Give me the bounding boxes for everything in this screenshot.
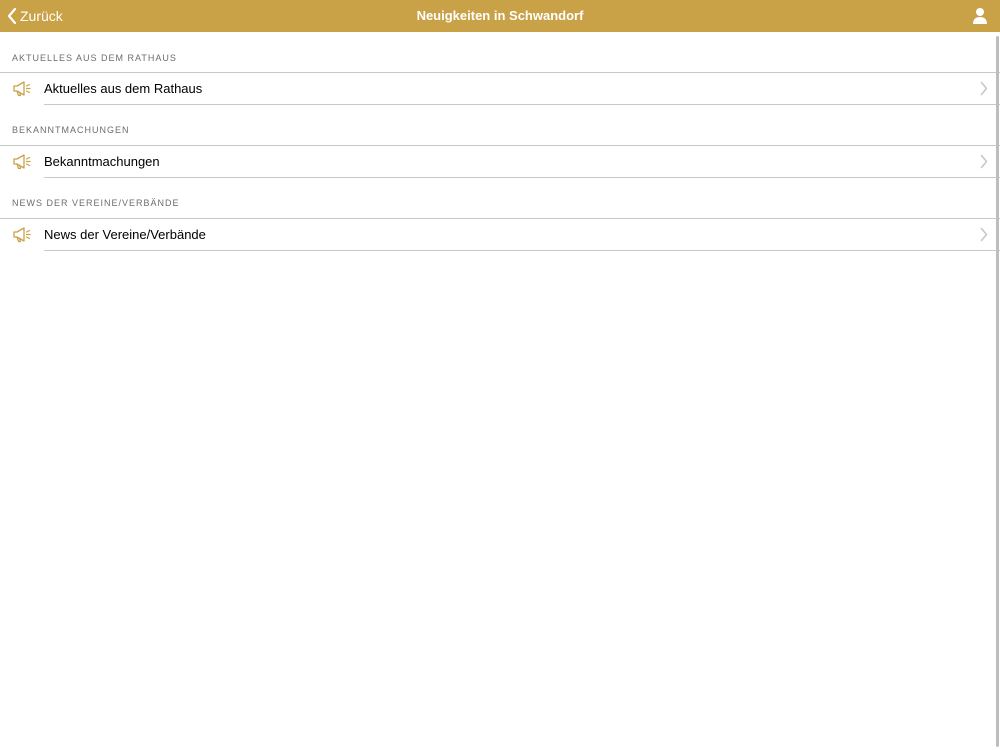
megaphone-icon: [13, 154, 31, 170]
chevron-right-icon: [980, 81, 988, 96]
back-button[interactable]: Zurück: [6, 0, 63, 32]
back-button-label: Zurück: [20, 8, 63, 24]
list-item-aktuelles[interactable]: Aktuelles aus dem Rathaus: [0, 72, 1000, 105]
chevron-right-icon: [980, 154, 988, 169]
section-aktuelles: AKTUELLES AUS DEM RATHAUS Aktuelles aus …: [0, 32, 1000, 105]
list-item-label: News der Vereine/Verbände: [44, 227, 206, 242]
section-header: BEKANNTMACHUNGEN: [12, 125, 130, 135]
section-bekanntmachungen: BEKANNTMACHUNGEN Bekanntmachungen: [0, 104, 1000, 178]
section-header: AKTUELLES AUS DEM RATHAUS: [12, 53, 177, 63]
scrollbar[interactable]: [996, 36, 999, 747]
chevron-right-icon: [980, 227, 988, 242]
section-news-vereine: NEWS DER VEREINE/VERBÄNDE News der Verei…: [0, 177, 1000, 251]
user-icon[interactable]: [972, 7, 988, 25]
content-list[interactable]: AKTUELLES AUS DEM RATHAUS Aktuelles aus …: [0, 32, 1000, 750]
megaphone-icon: [13, 227, 31, 243]
list-item-news-vereine[interactable]: News der Vereine/Verbände: [0, 218, 1000, 251]
list-item-label: Bekanntmachungen: [44, 154, 160, 169]
chevron-left-icon: [7, 7, 17, 25]
list-item-bekanntmachungen[interactable]: Bekanntmachungen: [0, 145, 1000, 178]
megaphone-icon: [13, 81, 31, 97]
navigation-bar: Zurück Neuigkeiten in Schwandorf: [0, 0, 1000, 32]
list-item-label: Aktuelles aus dem Rathaus: [44, 81, 203, 96]
page-title: Neuigkeiten in Schwandorf: [416, 8, 584, 23]
section-header: NEWS DER VEREINE/VERBÄNDE: [12, 198, 180, 208]
